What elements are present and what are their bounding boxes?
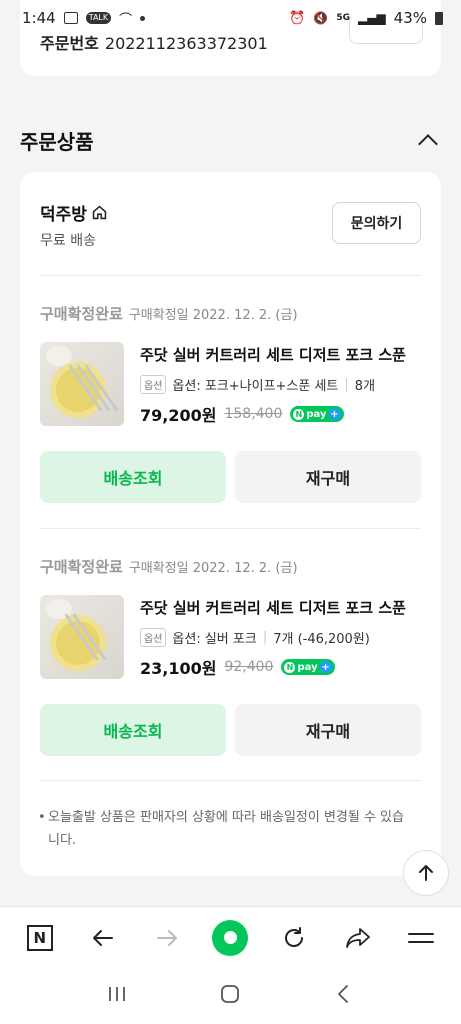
option-qty: 8개 bbox=[354, 379, 376, 394]
price-current: 23,100원 bbox=[140, 659, 217, 678]
order-items-card: 덕주방 무료 배송 문의하기 구매확정완료 구매확정일 2022. 12. 2.… bbox=[20, 172, 441, 876]
order-number-value: 2022112363372301 bbox=[104, 34, 268, 53]
back-button[interactable] bbox=[83, 918, 123, 958]
product-option: 옵션 옵션: 포크+나이프+스푼 세트 | 8개 bbox=[140, 375, 421, 394]
option-text: 옵션: 실버 포크 bbox=[172, 632, 257, 647]
naver-n-icon: N bbox=[284, 661, 296, 673]
product-thumbnail[interactable] bbox=[40, 342, 124, 426]
order-item: 구매확정완료 구매확정일 2022. 12. 2. (금) 주닷 실버 커트러리… bbox=[40, 556, 421, 756]
cast-icon: ⌒ bbox=[119, 12, 133, 28]
product-row[interactable]: 주닷 실버 커트러리 세트 디저트 포크 스푼 옵션 옵션: 실버 포크 | 7… bbox=[40, 595, 421, 681]
scroll-top-button[interactable] bbox=[403, 850, 449, 896]
item-status-row: 구매확정완료 구매확정일 2022. 12. 2. (금) bbox=[40, 556, 421, 577]
divider bbox=[40, 275, 421, 276]
share-button[interactable] bbox=[338, 918, 378, 958]
option-qty: 7개 (-46,200원) bbox=[273, 632, 370, 647]
chevron-up-icon[interactable] bbox=[418, 133, 438, 154]
section-header[interactable]: 주문상품 bbox=[20, 126, 441, 155]
naver-n-icon: N bbox=[26, 924, 53, 951]
confirm-date: 구매확정일 2022. 12. 2. (금) bbox=[128, 561, 298, 576]
track-shipment-button[interactable]: 배송조회 bbox=[40, 704, 226, 756]
browser-toolbar: N bbox=[0, 906, 461, 968]
divider bbox=[40, 780, 421, 781]
confirm-date: 구매확정일 2022. 12. 2. (금) bbox=[128, 308, 298, 323]
menu-button[interactable] bbox=[401, 918, 441, 958]
status-bar: 1:44 TALK ⌒ ⏰ 🔇 5G ▂▄▆ 43% bbox=[0, 0, 461, 36]
home-icon bbox=[92, 205, 107, 220]
notification-dot-icon bbox=[140, 15, 146, 21]
price-row: 23,100원 92,400 Npay + bbox=[140, 655, 421, 679]
product-row[interactable]: 주닷 실버 커트러리 세트 디저트 포크 스푼 옵션 옵션: 포크+나이프+스푼… bbox=[40, 342, 421, 428]
refresh-button[interactable] bbox=[274, 918, 314, 958]
product-name[interactable]: 주닷 실버 커트러리 세트 디저트 포크 스푼 bbox=[140, 344, 421, 365]
order-item: 구매확정완료 구매확정일 2022. 12. 2. (금) 주닷 실버 커트러리… bbox=[40, 303, 421, 503]
signal-icon: ▂▄▆ bbox=[357, 11, 386, 25]
option-separator: | bbox=[262, 630, 268, 645]
order-number-label: 주문번호 bbox=[40, 34, 99, 53]
price-current: 79,200원 bbox=[140, 406, 217, 425]
inquiry-button[interactable]: 문의하기 bbox=[332, 202, 421, 244]
arrow-left-icon bbox=[93, 929, 114, 946]
rebuy-button[interactable]: 재구매 bbox=[235, 704, 421, 756]
npay-badge: Npay + bbox=[281, 659, 335, 675]
chevron-left-icon bbox=[338, 985, 349, 1003]
arrow-right-icon bbox=[156, 929, 177, 946]
home-circle-icon bbox=[221, 985, 240, 1003]
item-actions: 배송조회 재구매 bbox=[40, 704, 421, 756]
mute-icon: 🔇 bbox=[313, 11, 329, 25]
system-nav-bar bbox=[0, 968, 461, 1024]
section-title: 주문상품 bbox=[20, 130, 94, 154]
product-thumbnail[interactable] bbox=[40, 595, 124, 679]
battery-icon bbox=[435, 11, 443, 25]
status-right: ⏰ 🔇 5G ▂▄▆ 43% bbox=[289, 9, 443, 27]
recent-apps-icon bbox=[108, 987, 125, 1001]
option-badge: 옵션 bbox=[140, 375, 167, 394]
product-info[interactable]: 주닷 실버 커트러리 세트 디저트 포크 스푼 옵션 옵션: 포크+나이프+스푼… bbox=[140, 344, 421, 426]
hamburger-icon bbox=[408, 932, 435, 943]
track-shipment-button[interactable]: 배송조회 bbox=[40, 451, 226, 503]
item-status-row: 구매확정완료 구매확정일 2022. 12. 2. (금) bbox=[40, 303, 421, 324]
arrow-up-icon bbox=[419, 865, 433, 881]
forward-button[interactable] bbox=[147, 918, 187, 958]
item-status: 구매확정완료 bbox=[40, 305, 123, 323]
option-badge: 옵션 bbox=[140, 628, 167, 647]
status-left: 1:44 TALK ⌒ bbox=[22, 9, 146, 28]
alarm-icon: ⏰ bbox=[289, 10, 306, 26]
plus-icon: + bbox=[328, 408, 341, 420]
divider bbox=[40, 528, 421, 529]
naver-n-icon: N bbox=[293, 408, 305, 420]
price-row: 79,200원 158,400 Npay + bbox=[140, 402, 421, 426]
shipping-notice: 오늘출발 상품은 판매자의 상황에 따라 배송일정이 변경될 수 있습니다. bbox=[36, 806, 408, 852]
option-text: 옵션: 포크+나이프+스푼 세트 bbox=[172, 379, 339, 394]
shipping-info: 무료 배송 bbox=[40, 233, 96, 249]
seller-name-label[interactable]: 덕주방 bbox=[40, 200, 87, 225]
system-back-button[interactable] bbox=[333, 983, 355, 1009]
battery-percent: 43% bbox=[393, 9, 427, 27]
naver-home-button[interactable]: N bbox=[20, 918, 60, 958]
option-separator: | bbox=[344, 377, 349, 392]
green-dot-icon bbox=[212, 919, 249, 956]
gallery-icon bbox=[63, 12, 78, 24]
plus-icon: + bbox=[319, 661, 332, 673]
npay-badge: Npay + bbox=[290, 406, 344, 422]
item-status: 구매확정완료 bbox=[40, 558, 123, 576]
product-option: 옵션 옵션: 실버 포크 | 7개 (-46,200원) bbox=[140, 628, 421, 647]
status-time: 1:44 bbox=[22, 9, 56, 27]
item-actions: 배송조회 재구매 bbox=[40, 451, 421, 503]
home-button[interactable] bbox=[219, 983, 241, 1009]
refresh-icon bbox=[285, 926, 304, 947]
rebuy-button[interactable]: 재구매 bbox=[235, 451, 421, 503]
price-original: 92,400 bbox=[224, 659, 274, 675]
price-original: 158,400 bbox=[224, 406, 283, 422]
share-icon bbox=[345, 927, 370, 948]
seller-name[interactable]: 덕주방 bbox=[40, 200, 108, 225]
recent-apps-button[interactable] bbox=[106, 984, 128, 1008]
product-info[interactable]: 주닷 실버 커트러리 세트 디저트 포크 스푼 옵션 옵션: 실버 포크 | 7… bbox=[140, 597, 421, 679]
green-dot-button[interactable] bbox=[210, 918, 250, 958]
network-label: 5G bbox=[336, 13, 350, 23]
npay-label: pay bbox=[306, 408, 327, 420]
product-name[interactable]: 주닷 실버 커트러리 세트 디저트 포크 스푼 bbox=[140, 597, 421, 618]
talk-icon: TALK bbox=[85, 12, 112, 24]
npay-label: pay bbox=[297, 661, 318, 673]
